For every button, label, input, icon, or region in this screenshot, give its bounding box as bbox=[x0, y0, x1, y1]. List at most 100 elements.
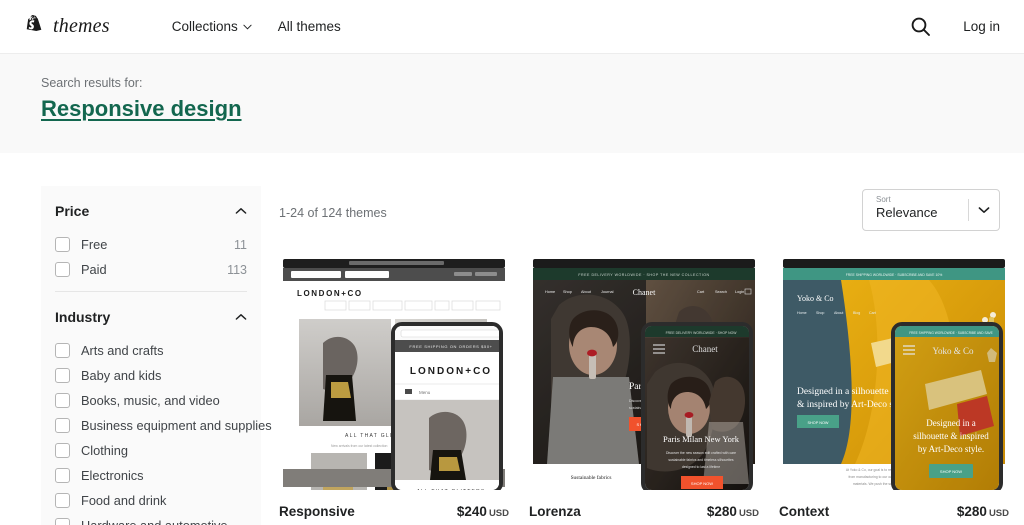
login-link[interactable]: Log in bbox=[963, 19, 1000, 34]
filter-option-clothing[interactable]: Clothing bbox=[55, 438, 247, 463]
filter-option-arts-and-crafts[interactable]: Arts and crafts bbox=[55, 338, 247, 363]
filter-option-hardware-automotive-label: Hardware and automotive bbox=[81, 518, 228, 525]
chevron-up-icon[interactable] bbox=[235, 207, 247, 215]
svg-text:Login: Login bbox=[735, 290, 744, 294]
search-query-link[interactable]: Responsive design bbox=[41, 96, 242, 122]
sort-text-group: Sort Relevance bbox=[863, 190, 968, 230]
filter-option-paid[interactable]: Paid 113 bbox=[55, 257, 247, 282]
theme-price: $280 USD bbox=[956, 504, 1009, 519]
search-results-banner: Search results for: Responsive design bbox=[0, 54, 1024, 153]
svg-text:SHOP NOW: SHOP NOW bbox=[807, 421, 828, 425]
svg-text:Discover the new season edit c: Discover the new season edit crafted wit… bbox=[666, 451, 736, 455]
theme-grid: LONDON+CO ALL THAT GLITTERS New arrivals… bbox=[279, 257, 1009, 525]
chevron-up-icon[interactable] bbox=[235, 313, 247, 321]
checkbox-books-music-video[interactable] bbox=[55, 393, 70, 408]
mobile-preview: FREE SHIPPING WORLDWIDE · SUBSCRIBE AND … bbox=[891, 322, 1003, 490]
filter-option-business-equipment[interactable]: Business equipment and supplies bbox=[55, 413, 272, 438]
svg-text:Paris Milan New York: Paris Milan New York bbox=[663, 434, 740, 444]
facet-price-header[interactable]: Price bbox=[55, 186, 247, 232]
checkbox-electronics[interactable] bbox=[55, 468, 70, 483]
svg-text:Designed in a silhouette: Designed in a silhouette bbox=[797, 387, 889, 397]
theme-card[interactable]: FREE SHIPPING WORLDWIDE · SUBSCRIBE AND … bbox=[779, 257, 1009, 525]
theme-card-meta: Lorenza $280 USD bbox=[529, 504, 759, 519]
svg-text:FREE SHIPPING WORLDWIDE · SUBS: FREE SHIPPING WORLDWIDE · SUBSCRIBE AND … bbox=[846, 273, 943, 277]
nav-item-all-themes[interactable]: All themes bbox=[278, 19, 341, 34]
svg-text:Sustainable fabrics: Sustainable fabrics bbox=[571, 474, 612, 481]
checkbox-free[interactable] bbox=[55, 237, 70, 252]
svg-text:SHOP NOW: SHOP NOW bbox=[940, 469, 962, 474]
theme-price: $280 USD bbox=[706, 504, 759, 519]
svg-text:silhouette & inspired: silhouette & inspired bbox=[913, 431, 989, 441]
results-count: 1-24 of 124 themes bbox=[279, 206, 387, 220]
filter-option-free-label: Free bbox=[81, 237, 108, 252]
svg-text:Journal: Journal bbox=[601, 290, 614, 294]
filter-option-books-music-video-label: Books, music, and video bbox=[81, 393, 220, 408]
mobile-preview: FREE DELIVERY WORLDWIDE · SHOP NOW Chane… bbox=[641, 322, 753, 490]
theme-preview-image[interactable]: LONDON+CO ALL THAT GLITTERS New arrivals… bbox=[279, 257, 509, 490]
facet-price-title: Price bbox=[55, 203, 90, 219]
svg-text:by Art-Deco style.: by Art-Deco style. bbox=[918, 444, 984, 454]
filter-option-electronics-label: Electronics bbox=[81, 468, 144, 483]
filter-option-free-count: 11 bbox=[234, 237, 247, 252]
main-nav-links: Collections All themes bbox=[172, 19, 341, 34]
filter-option-baby-and-kids[interactable]: Baby and kids bbox=[55, 363, 247, 388]
svg-text:FREE DELIVERY WORLDWIDE · SHOP: FREE DELIVERY WORLDWIDE · SHOP NOW bbox=[666, 331, 738, 335]
filter-option-food-and-drink[interactable]: Food and drink bbox=[55, 488, 247, 513]
svg-text:Shop: Shop bbox=[816, 311, 824, 315]
checkbox-paid[interactable] bbox=[55, 262, 70, 277]
svg-text:Shop: Shop bbox=[563, 290, 572, 294]
svg-text:Search: Search bbox=[715, 290, 727, 294]
page-body: Price Free 11 Paid 113 Industry Arts and… bbox=[0, 153, 1024, 525]
nav-right-group: Log in bbox=[910, 16, 1000, 37]
svg-text:FREE SHIPPING ON ORDERS $50+: FREE SHIPPING ON ORDERS $50+ bbox=[409, 344, 492, 349]
filter-option-paid-label: Paid bbox=[81, 262, 107, 277]
facet-industry: Industry Arts and crafts Baby and kids B… bbox=[41, 292, 272, 525]
filter-option-clothing-label: Clothing bbox=[81, 443, 128, 458]
brand-logo[interactable]: themes bbox=[22, 14, 110, 39]
checkbox-business-equipment[interactable] bbox=[55, 418, 70, 433]
facet-industry-header[interactable]: Industry bbox=[55, 292, 247, 338]
filter-option-books-music-video[interactable]: Books, music, and video bbox=[55, 388, 247, 413]
svg-text:Menu: Menu bbox=[419, 390, 431, 395]
theme-currency: USD bbox=[988, 508, 1009, 519]
theme-name: Context bbox=[779, 504, 830, 519]
svg-text:Cart: Cart bbox=[869, 311, 876, 315]
theme-card[interactable]: FREE DELIVERY WORLDWIDE · SHOP THE NEW C… bbox=[529, 257, 759, 525]
theme-currency: USD bbox=[488, 508, 509, 519]
chevron-down-icon bbox=[243, 24, 252, 30]
checkbox-hardware-automotive[interactable] bbox=[55, 518, 70, 525]
svg-text:Chanet: Chanet bbox=[633, 288, 656, 297]
filter-option-hardware-automotive[interactable]: Hardware and automotive bbox=[55, 513, 247, 525]
theme-card[interactable]: LONDON+CO ALL THAT GLITTERS New arrivals… bbox=[279, 257, 509, 525]
sort-value: Relevance bbox=[876, 205, 938, 220]
search-icon[interactable] bbox=[910, 16, 931, 37]
svg-text:Yoko & Co: Yoko & Co bbox=[797, 294, 834, 303]
facet-price: Price Free 11 Paid 113 bbox=[41, 186, 261, 292]
shopify-bag-icon bbox=[22, 14, 43, 39]
filter-option-electronics[interactable]: Electronics bbox=[55, 463, 247, 488]
checkbox-baby-and-kids[interactable] bbox=[55, 368, 70, 383]
theme-preview-image[interactable]: FREE DELIVERY WORLDWIDE · SHOP THE NEW C… bbox=[529, 257, 759, 490]
svg-text:Designed in a: Designed in a bbox=[926, 418, 976, 428]
brand-word: themes bbox=[53, 15, 110, 37]
results-toolbar: 1-24 of 124 themes Sort Relevance bbox=[279, 186, 1000, 231]
sort-dropdown[interactable]: Sort Relevance bbox=[862, 189, 1000, 231]
chevron-down-icon[interactable] bbox=[969, 190, 999, 230]
theme-card-meta: Responsive $240 USD bbox=[279, 504, 509, 519]
svg-text:FREE DELIVERY WORLDWIDE · SHOP: FREE DELIVERY WORLDWIDE · SHOP THE NEW C… bbox=[578, 273, 709, 277]
nav-item-collections[interactable]: Collections bbox=[172, 19, 252, 34]
svg-text:SHOP NOW: SHOP NOW bbox=[691, 481, 713, 486]
svg-text:designed to last a lifetime: designed to last a lifetime bbox=[682, 465, 720, 469]
checkbox-clothing[interactable] bbox=[55, 443, 70, 458]
theme-preview-image[interactable]: FREE SHIPPING WORLDWIDE · SUBSCRIBE AND … bbox=[779, 257, 1009, 490]
svg-text:LONDON+CO: LONDON+CO bbox=[297, 289, 363, 298]
filter-option-free[interactable]: Free 11 bbox=[55, 232, 247, 257]
svg-text:ALL THAT GLITTERS: ALL THAT GLITTERS bbox=[417, 489, 486, 490]
filter-option-business-equipment-label: Business equipment and supplies bbox=[81, 418, 272, 433]
mobile-preview: FREE SHIPPING ON ORDERS $50+ LONDON+CO M… bbox=[391, 322, 503, 490]
theme-name: Lorenza bbox=[529, 504, 581, 519]
checkbox-food-and-drink[interactable] bbox=[55, 493, 70, 508]
svg-text:sustainable fabrics and timele: sustainable fabrics and timeless silhoue… bbox=[668, 458, 734, 462]
checkbox-arts-and-crafts[interactable] bbox=[55, 343, 70, 358]
svg-text:About: About bbox=[834, 311, 843, 315]
